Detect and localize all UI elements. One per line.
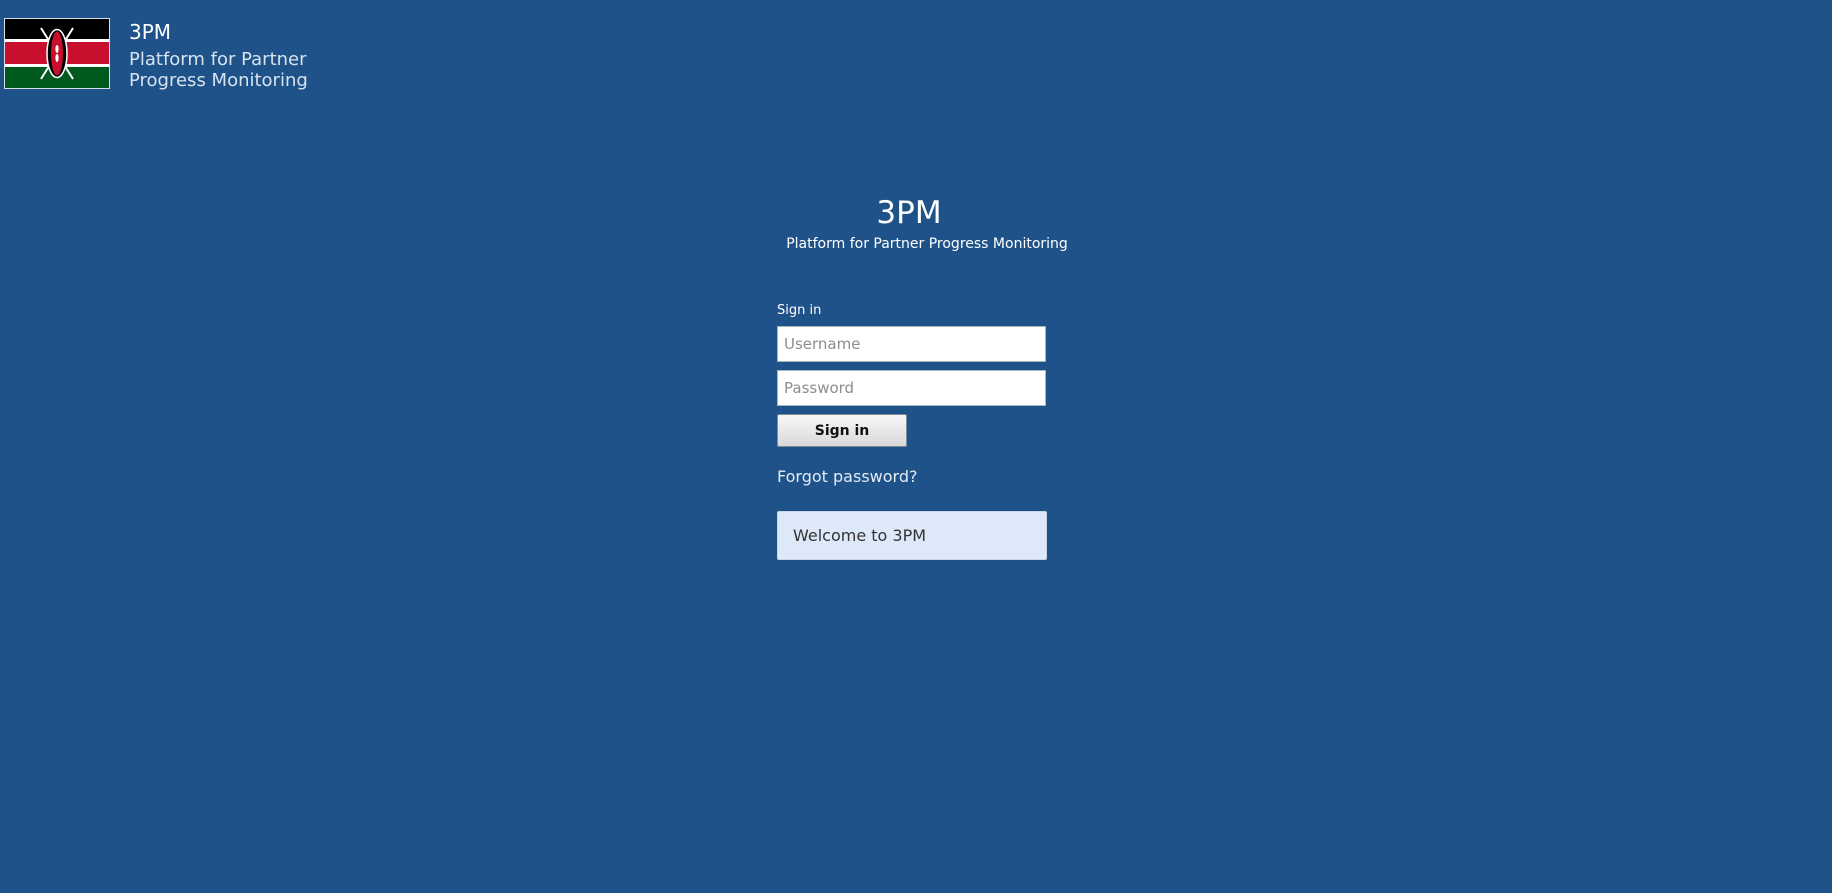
signin-button[interactable]: Sign in (777, 414, 907, 447)
header-subtitle: Platform for Partner Progress Monitoring (129, 49, 308, 91)
brand-block: 3PM Platform for Partner Progress Monito… (760, 195, 1070, 253)
signin-heading: Sign in (777, 303, 822, 318)
kenya-flag-icon (4, 18, 110, 89)
header-title: 3PM (129, 20, 172, 44)
username-input[interactable] (777, 326, 1046, 362)
app-header: 3PM Platform for Partner Progress Monito… (4, 18, 389, 91)
password-input[interactable] (777, 370, 1046, 406)
login-form: Sign in Sign in Forgot password? Welcome… (777, 303, 1047, 560)
brand-subtitle: Platform for Partner Progress Monitoring (786, 236, 1068, 252)
brand-title: 3PM (876, 195, 942, 231)
forgot-password-link[interactable]: Forgot password? (777, 467, 1047, 487)
header-text: 3PM Platform for Partner Progress Monito… (129, 20, 389, 91)
welcome-message: Welcome to 3PM (777, 511, 1047, 560)
